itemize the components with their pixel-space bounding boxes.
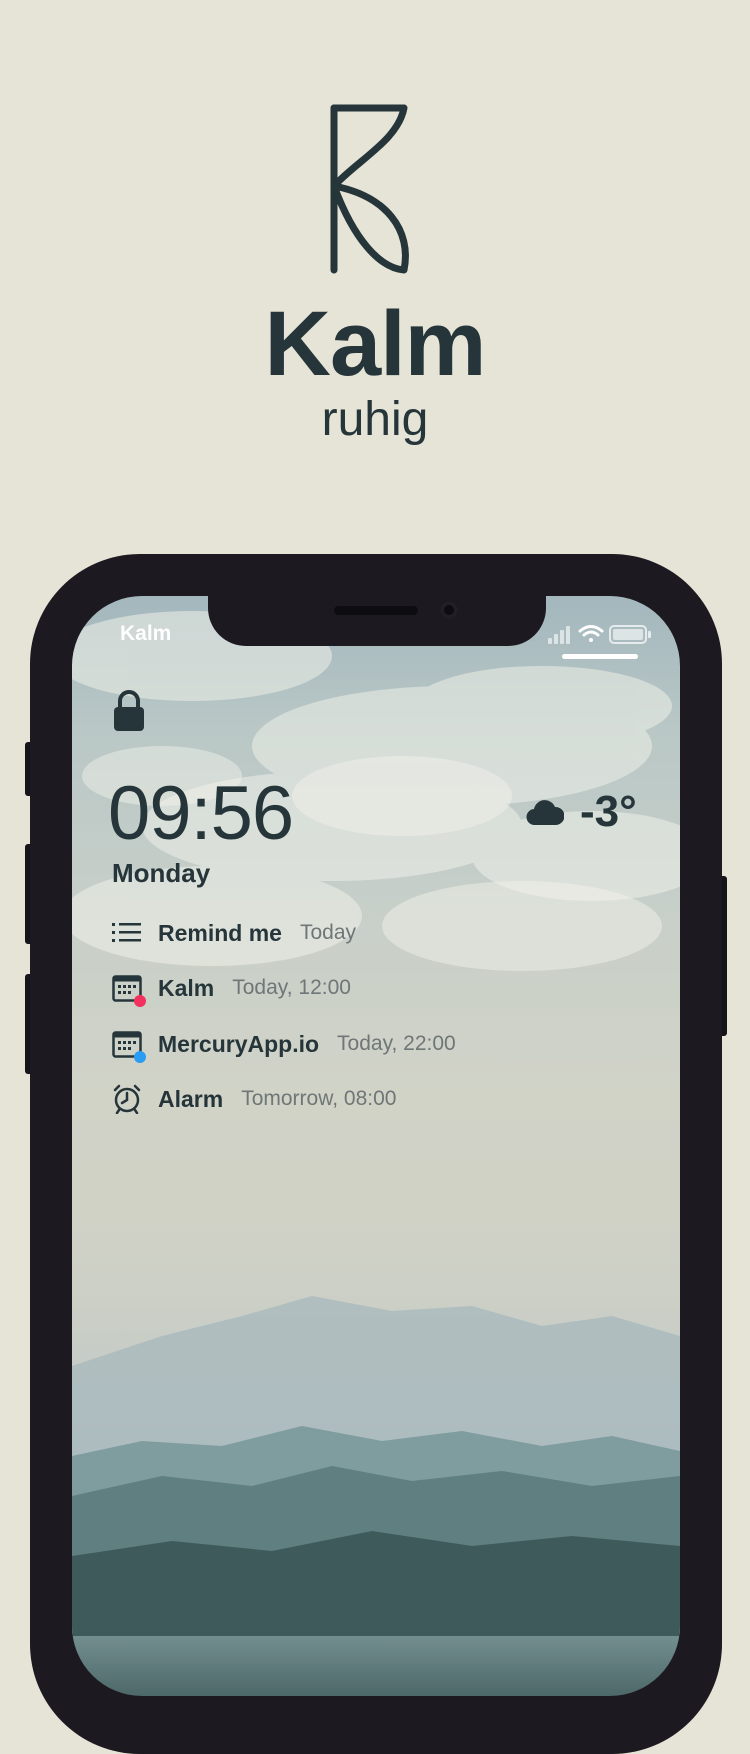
lock-screen-day: Monday	[112, 858, 211, 888]
lock-screen-time: 09:56	[108, 771, 294, 856]
lock-screen-wallpaper	[72, 596, 680, 1696]
front-camera	[440, 601, 458, 619]
event-time: Today, 22:00	[337, 1032, 456, 1055]
event-time: Tomorrow, 08:00	[241, 1087, 397, 1110]
event-color-dot	[134, 995, 146, 1007]
brand-title: Kalm	[264, 293, 487, 395]
event-row[interactable]: Alarm Tomorrow, 08:00	[112, 1083, 396, 1115]
event-title: Alarm	[158, 1085, 224, 1112]
status-bar-icons	[548, 625, 651, 644]
calendar-icon	[112, 973, 146, 1007]
battery-icon	[609, 625, 651, 644]
brand-subtitle: ruhig	[321, 393, 429, 446]
cloud-icon	[526, 800, 564, 826]
earpiece-speaker	[334, 606, 418, 615]
event-color-dot	[134, 1051, 146, 1063]
calendar-icon	[112, 1029, 146, 1063]
list-icon	[112, 923, 141, 942]
event-time: Today	[299, 921, 357, 944]
signal-icon	[548, 626, 570, 644]
lock-icon	[114, 690, 144, 731]
event-time: Today, 12:00	[232, 976, 351, 999]
kalm-logo-icon	[330, 104, 409, 274]
status-bar-app-name: Kalm	[120, 622, 172, 645]
event-row[interactable]: MercuryApp.io Today, 22:00	[112, 1028, 456, 1063]
event-title: Kalm	[158, 974, 215, 1001]
wallpaper-scenery	[72, 611, 680, 1636]
event-row[interactable]: Remind me Today	[112, 917, 356, 949]
event-title: MercuryApp.io	[158, 1030, 320, 1057]
event-title: Remind me	[158, 919, 282, 946]
temperature: -3°	[580, 787, 637, 836]
status-indicator-bar	[562, 654, 638, 659]
wifi-icon	[578, 625, 604, 642]
event-row[interactable]: Kalm Today, 12:00	[112, 972, 351, 1007]
alarm-clock-icon	[113, 1084, 141, 1114]
notch	[208, 596, 546, 646]
